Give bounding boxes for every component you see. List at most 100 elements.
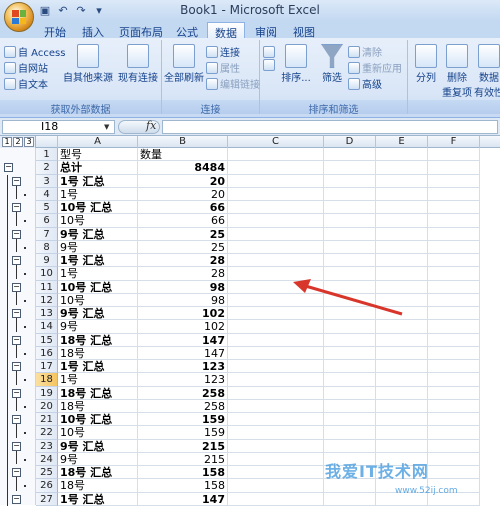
cell-a[interactable]: 18号 <box>58 479 138 493</box>
collapse-group-button[interactable]: − <box>12 256 21 265</box>
name-box[interactable]: I18 <box>2 120 115 134</box>
cell-e[interactable] <box>376 320 428 334</box>
cell-a[interactable]: 18号 <box>58 399 138 413</box>
cell-f[interactable] <box>428 360 480 374</box>
from-web-button[interactable]: 自网站 <box>4 60 48 75</box>
cell-f[interactable] <box>428 320 480 334</box>
cell-f[interactable] <box>428 386 480 400</box>
office-button[interactable] <box>4 2 34 32</box>
cell-e[interactable] <box>376 280 428 294</box>
cell-b[interactable]: 20 <box>138 174 228 188</box>
cell-c[interactable] <box>228 333 324 347</box>
column-header-a[interactable]: A <box>58 136 138 148</box>
cell-a[interactable]: 1号 汇总 <box>58 174 138 188</box>
filter-button[interactable]: 筛选 <box>318 44 346 84</box>
cell-c[interactable] <box>228 346 324 360</box>
select-all-corner[interactable] <box>36 136 58 148</box>
row-header[interactable]: 10 <box>36 267 58 281</box>
collapse-group-button[interactable]: − <box>12 468 21 477</box>
cell-c[interactable] <box>228 227 324 241</box>
cell-e[interactable] <box>376 386 428 400</box>
row-header[interactable]: 17 <box>36 360 58 374</box>
column-header-d[interactable]: D <box>324 136 376 148</box>
sort-button[interactable]: 排序... <box>280 44 312 84</box>
cell-d[interactable] <box>324 307 376 321</box>
cell-b[interactable]: 147 <box>138 492 228 506</box>
from-text-button[interactable]: 自文本 <box>4 76 48 91</box>
cell-a[interactable]: 10号 <box>58 214 138 228</box>
cell-b[interactable]: 215 <box>138 452 228 466</box>
row-header[interactable]: 24 <box>36 452 58 466</box>
cell-d[interactable] <box>324 254 376 268</box>
tab-page-layout[interactable]: 页面布局 <box>115 22 167 39</box>
cell-c[interactable] <box>228 320 324 334</box>
cell-a[interactable]: 1号 汇总 <box>58 254 138 268</box>
cell-e[interactable] <box>376 307 428 321</box>
tab-formulas[interactable]: 公式 <box>172 22 202 39</box>
outline-level-3-button[interactable]: 3 <box>24 137 34 147</box>
cell-c[interactable] <box>228 214 324 228</box>
row-header[interactable]: 14 <box>36 320 58 334</box>
cell-b[interactable]: 102 <box>138 320 228 334</box>
cell-a[interactable]: 10号 <box>58 293 138 307</box>
collapse-group-button[interactable]: − <box>12 388 21 398</box>
cell-b[interactable]: 20 <box>138 187 228 201</box>
cell-d[interactable] <box>324 492 376 506</box>
cell-e[interactable] <box>376 214 428 228</box>
column-header-b[interactable]: B <box>138 136 228 148</box>
row-header[interactable]: 23 <box>36 439 58 453</box>
cell-e[interactable] <box>376 201 428 215</box>
cell-b[interactable]: 258 <box>138 386 228 400</box>
cell-c[interactable] <box>228 293 324 307</box>
cell-b[interactable]: 66 <box>138 214 228 228</box>
row-header[interactable]: 21 <box>36 413 58 427</box>
cell-c[interactable] <box>228 174 324 188</box>
cell-a[interactable]: 9号 汇总 <box>58 439 138 453</box>
edit-links-button[interactable]: 编辑链接 <box>206 76 260 91</box>
cell-f[interactable] <box>428 227 480 241</box>
cell-a[interactable]: 9号 <box>58 320 138 334</box>
cell-f[interactable] <box>428 267 480 281</box>
collapse-group-button[interactable]: − <box>12 229 21 239</box>
cell-c[interactable] <box>228 399 324 413</box>
cell-c[interactable] <box>228 201 324 215</box>
column-header-c[interactable]: C <box>228 136 324 148</box>
cell-c[interactable] <box>228 360 324 374</box>
collapse-level-1-button[interactable]: − <box>4 163 13 173</box>
cell-c[interactable] <box>228 439 324 453</box>
cell-e[interactable] <box>376 240 428 254</box>
cell-d[interactable] <box>324 201 376 215</box>
cell-e[interactable] <box>376 227 428 241</box>
cell-a[interactable]: 9号 汇总 <box>58 307 138 321</box>
cell-a[interactable]: 10号 汇总 <box>58 201 138 215</box>
cell-e[interactable] <box>376 373 428 387</box>
cell-c[interactable] <box>228 148 324 162</box>
cell-b[interactable]: 25 <box>138 227 228 241</box>
cell-d[interactable] <box>324 333 376 347</box>
cell-c[interactable] <box>228 466 324 480</box>
cell-f[interactable] <box>428 174 480 188</box>
cell-b[interactable]: 98 <box>138 293 228 307</box>
outline-level-2-button[interactable]: 2 <box>13 137 23 147</box>
cell-a[interactable]: 1号 <box>58 373 138 387</box>
row-header[interactable]: 15 <box>36 333 58 347</box>
cell-d[interactable] <box>324 346 376 360</box>
cell-c[interactable] <box>228 187 324 201</box>
cell-d[interactable] <box>324 386 376 400</box>
cell-e[interactable] <box>376 187 428 201</box>
formula-input[interactable] <box>162 120 498 134</box>
cell-f[interactable] <box>428 254 480 268</box>
row-header[interactable]: 11 <box>36 280 58 294</box>
cell-b[interactable]: 28 <box>138 267 228 281</box>
cell-f[interactable] <box>428 187 480 201</box>
tab-view[interactable]: 视图 <box>289 22 319 39</box>
cell-b[interactable]: 258 <box>138 399 228 413</box>
cell-b[interactable]: 28 <box>138 254 228 268</box>
cell-f[interactable] <box>428 399 480 413</box>
cell-c[interactable] <box>228 307 324 321</box>
row-header[interactable]: 16 <box>36 346 58 360</box>
cell-f[interactable] <box>428 240 480 254</box>
data-validation-button[interactable]: 数据 有效性 <box>474 44 500 99</box>
cell-c[interactable] <box>228 492 324 506</box>
collapse-group-button[interactable]: − <box>12 494 21 504</box>
